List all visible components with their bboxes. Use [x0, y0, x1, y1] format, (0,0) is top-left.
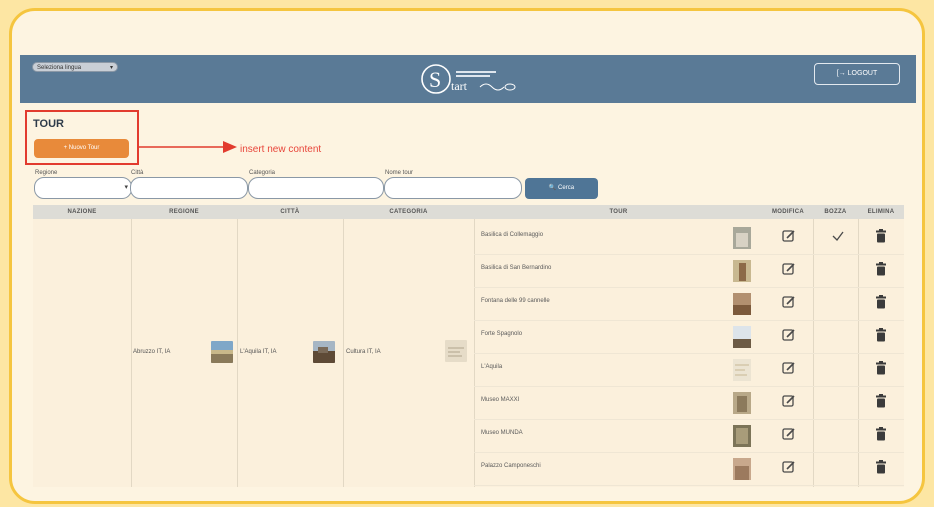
edit-icon[interactable] — [782, 262, 796, 276]
tour-name: Museo MAXXI — [481, 397, 520, 403]
citta-thumbnail — [313, 341, 335, 363]
tour-name: L'Aquila — [481, 364, 503, 370]
logo-text: tart — [451, 79, 468, 93]
tour-thumbnail — [733, 359, 751, 381]
column-divider — [237, 219, 238, 487]
edit-icon[interactable] — [782, 361, 796, 375]
citta-input[interactable] — [130, 177, 248, 199]
col-header-bozza: BOZZA — [824, 209, 847, 215]
edit-icon[interactable] — [782, 460, 796, 474]
edit-icon[interactable] — [782, 229, 796, 243]
categoria-cell: Cultura IT, IA — [346, 349, 381, 355]
trash-icon[interactable] — [875, 394, 887, 408]
edit-icon[interactable] — [782, 328, 796, 342]
search-button[interactable]: 🔍 Cerca — [525, 178, 598, 199]
filter-label-nome-tour: Nome tour — [385, 170, 414, 176]
col-header-modifica: MODIFICA — [771, 209, 805, 215]
annotation-label: insert new content — [240, 144, 322, 155]
categoria-thumbnail — [445, 340, 467, 362]
tour-name: Forte Spagnolo — [481, 331, 523, 337]
col-header-citta: CITTÀ — [280, 209, 300, 215]
table-row: Museo MAXXI — [474, 386, 904, 420]
regione-select[interactable]: ▾ — [34, 177, 132, 199]
col-header-regione: REGIONE — [169, 209, 199, 215]
trash-icon[interactable] — [875, 229, 887, 243]
tour-name: Basilica di Collemaggio — [481, 232, 544, 238]
tour-thumbnail — [733, 227, 751, 249]
tour-thumbnail — [733, 458, 751, 480]
start-logo: S tart — [421, 64, 516, 94]
tour-thumbnail — [733, 392, 751, 414]
col-header-elimina: ELIMINA — [867, 209, 895, 215]
language-select-label: Seleziona lingua — [37, 65, 82, 71]
trash-icon[interactable] — [875, 295, 887, 309]
tour-name: Palazzo Camponeschi — [481, 463, 541, 469]
trash-icon[interactable] — [875, 361, 887, 375]
filter-label-citta: Città — [131, 170, 144, 176]
citta-cell: L'Aquila IT, IA — [240, 349, 277, 355]
trash-icon[interactable] — [875, 262, 887, 276]
column-divider — [343, 219, 344, 487]
table-header: NAZIONE REGIONE CITTÀ CATEGORIA TOUR MOD… — [33, 205, 904, 219]
categoria-input[interactable] — [248, 177, 384, 199]
edit-icon[interactable] — [782, 394, 796, 408]
tour-thumbnail — [733, 326, 751, 348]
edit-icon[interactable] — [782, 295, 796, 309]
table-row: Forte Spagnolo — [474, 320, 904, 354]
nome-tour-input[interactable] — [384, 177, 522, 199]
column-divider — [131, 219, 132, 487]
tour-name: Basilica di San Bernardino — [481, 265, 552, 271]
logout-label: [→ LOGOUT — [836, 70, 878, 77]
check-icon[interactable] — [831, 229, 845, 243]
filter-label-categoria: Categoria — [249, 170, 276, 176]
trash-icon[interactable] — [875, 328, 887, 342]
page-title: TOUR — [33, 118, 64, 130]
svg-text:S: S — [429, 67, 441, 92]
annotation-arrow — [139, 141, 237, 153]
regione-thumbnail — [211, 341, 233, 363]
tour-thumbnail — [733, 293, 751, 315]
trash-icon[interactable] — [875, 427, 887, 441]
col-header-nazione: NAZIONE — [67, 209, 97, 215]
logout-button[interactable]: [→ LOGOUT — [814, 63, 900, 85]
new-tour-button[interactable]: + Nuovo Tour — [34, 139, 129, 158]
table-row: Basilica di Collemaggio — [474, 221, 904, 255]
regione-cell: Abruzzo IT, IA — [133, 349, 171, 355]
trash-icon[interactable] — [875, 460, 887, 474]
table-row: Palazzo Camponeschi — [474, 452, 904, 486]
top-header: Seleziona lingua ▾ S tart [→ LOGOUT — [20, 55, 916, 103]
table-row: Basilica di San Bernardino — [474, 254, 904, 288]
tour-name: Museo MUNDA — [481, 430, 523, 436]
table-row: Museo MUNDA — [474, 419, 904, 453]
tour-name: Fontana delle 99 cannelle — [481, 298, 550, 304]
language-select[interactable]: Seleziona lingua ▾ — [32, 62, 118, 72]
filter-label-regione: Regione — [35, 170, 58, 176]
tour-thumbnail — [733, 260, 751, 282]
tour-thumbnail — [733, 425, 751, 447]
chevron-down-icon: ▾ — [109, 65, 113, 71]
col-header-tour: TOUR — [609, 209, 628, 215]
tour-table: NAZIONE REGIONE CITTÀ CATEGORIA TOUR MOD… — [33, 205, 904, 487]
table-row: Fontana delle 99 cannelle — [474, 287, 904, 321]
col-header-categoria: CATEGORIA — [389, 209, 428, 215]
chevron-down-icon: ▾ — [124, 184, 128, 191]
table-row: L'Aquila — [474, 353, 904, 387]
edit-icon[interactable] — [782, 427, 796, 441]
